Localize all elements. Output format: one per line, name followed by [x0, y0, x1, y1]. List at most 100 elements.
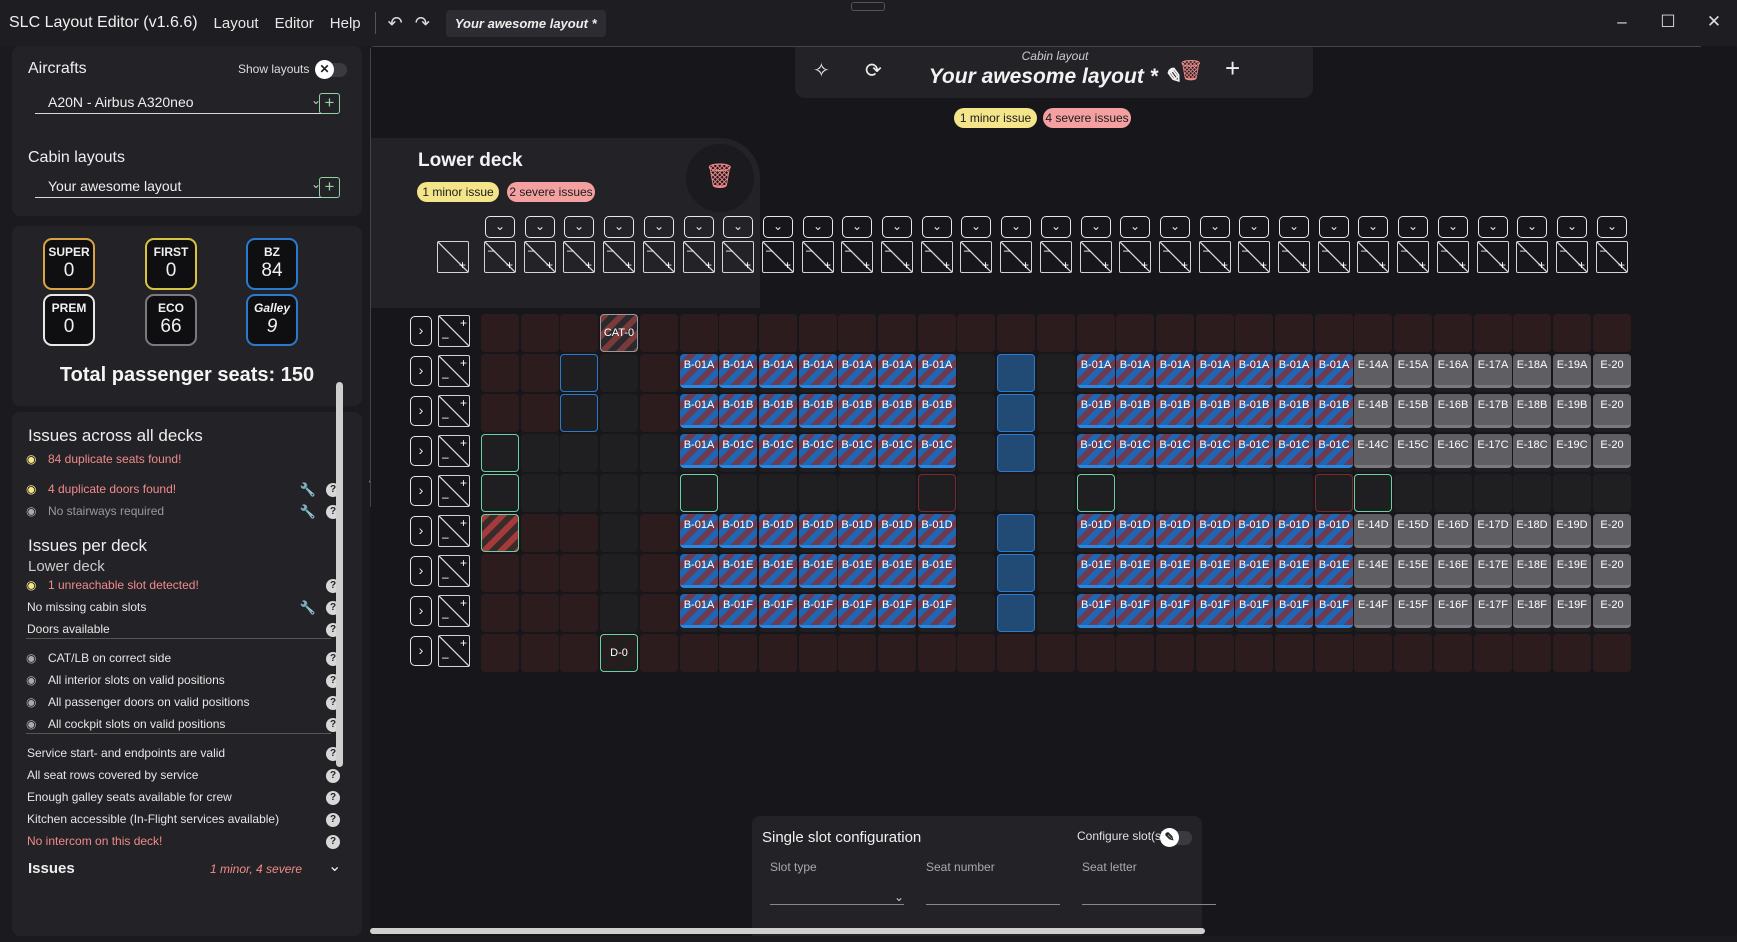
grid-slot[interactable] [640, 474, 678, 512]
column-expand-button[interactable]: ⌄ [842, 216, 872, 238]
economy-seat[interactable]: E-20 [1593, 514, 1631, 548]
business-seat[interactable]: B-01C [1315, 434, 1353, 468]
business-seat[interactable]: B-01C [1116, 434, 1154, 468]
grid-slot[interactable] [719, 474, 757, 512]
business-seat[interactable]: B-01A [680, 554, 718, 588]
grid-slot[interactable] [1434, 634, 1472, 672]
grid-slot[interactable] [521, 514, 559, 552]
grid-slot[interactable] [878, 474, 916, 512]
column-expand-button[interactable]: ⌄ [1200, 216, 1230, 238]
grid-slot[interactable] [1116, 474, 1154, 512]
grid-slot[interactable] [1354, 314, 1392, 352]
economy-seat[interactable]: E-20 [1593, 354, 1631, 388]
column-add-remove-button[interactable]: + – [762, 241, 794, 273]
economy-seat[interactable]: E-19A [1553, 354, 1591, 388]
business-seat[interactable]: B-01B [719, 394, 757, 428]
grid-slot[interactable] [560, 594, 598, 632]
menu-layout[interactable]: Layout [214, 15, 259, 32]
business-seat[interactable]: B-01D [1196, 514, 1234, 548]
grid-slot[interactable] [1077, 314, 1115, 352]
grid-slot[interactable] [1037, 434, 1075, 472]
column-add-remove-button[interactable]: + – [563, 241, 595, 273]
business-seat[interactable]: B-01B [759, 394, 797, 428]
business-seat[interactable]: B-01E [1116, 554, 1154, 588]
column-add-remove-button[interactable]: + – [1357, 241, 1389, 273]
column-add-remove-button[interactable]: + – [1238, 241, 1270, 273]
economy-seat[interactable]: E-19C [1553, 434, 1591, 468]
column-expand-button[interactable]: ⌄ [1279, 216, 1309, 238]
business-seat[interactable]: B-01E [1235, 554, 1273, 588]
business-seat[interactable]: B-01A [799, 354, 837, 388]
grid-slot[interactable] [838, 314, 876, 352]
business-seat[interactable]: B-01C [918, 434, 956, 468]
grid-slot[interactable] [1116, 314, 1154, 352]
economy-seat[interactable]: E-15F [1394, 594, 1432, 628]
column-add-remove-button[interactable]: + – [1119, 241, 1151, 273]
grid-slot[interactable] [878, 634, 916, 672]
grid-slot[interactable] [799, 474, 837, 512]
column-expand-button[interactable]: ⌄ [485, 216, 515, 238]
business-seat[interactable]: B-01E [719, 554, 757, 588]
economy-seat[interactable]: E-16E [1434, 554, 1472, 588]
column-expand-button[interactable]: ⌄ [1160, 216, 1190, 238]
grid-slot[interactable] [878, 314, 916, 352]
grid-slot[interactable] [1235, 634, 1273, 672]
column-expand-button[interactable]: ⌄ [961, 216, 991, 238]
business-seat[interactable]: B-01C [799, 434, 837, 468]
grid-slot[interactable] [521, 554, 559, 592]
column-expand-button[interactable]: ⌄ [1517, 216, 1547, 238]
economy-seat[interactable]: E-16A [1434, 354, 1472, 388]
empty-slot[interactable] [1077, 474, 1115, 512]
grid-slot[interactable] [600, 594, 638, 632]
economy-seat[interactable]: E-18B [1513, 394, 1551, 428]
eye-icon[interactable]: ◉ [26, 717, 42, 731]
economy-seat[interactable]: E-16B [1434, 394, 1472, 428]
grid-slot[interactable] [640, 634, 678, 672]
empty-slot[interactable] [680, 474, 718, 512]
eye-icon[interactable]: ◉ [26, 578, 42, 592]
business-seat[interactable]: B-01D [1275, 514, 1313, 548]
economy-seat[interactable]: E-15B [1394, 394, 1432, 428]
grid-slot[interactable] [481, 594, 519, 632]
business-seat[interactable]: B-01E [1275, 554, 1313, 588]
column-add-remove-button[interactable]: + – [1556, 241, 1588, 273]
empty-slot[interactable] [481, 434, 519, 472]
grid-slot[interactable] [521, 634, 559, 672]
eye-icon[interactable]: ◉ [26, 504, 42, 518]
redo-icon[interactable]: ↷ [415, 13, 430, 34]
economy-seat[interactable]: E-14F [1354, 594, 1392, 628]
business-seat[interactable]: B-01B [1156, 394, 1194, 428]
business-seat[interactable]: B-01A [719, 354, 757, 388]
add-cabin-layout-button[interactable]: + [319, 177, 340, 198]
column-add-remove-button[interactable]: + – [1397, 241, 1429, 273]
row-expand-button[interactable]: › [410, 516, 432, 546]
business-seat[interactable]: B-01A [680, 394, 718, 428]
grid-slot[interactable] [1593, 474, 1631, 512]
column-add-remove-button[interactable]: + – [841, 241, 873, 273]
row-expand-button[interactable]: › [410, 556, 432, 586]
economy-seat[interactable]: E-18D [1513, 514, 1551, 548]
wrench-icon[interactable]: 🔧 [300, 504, 316, 520]
grid-slot[interactable] [680, 314, 718, 352]
row-add-remove-button[interactable]: + – [438, 355, 470, 387]
grid-slot[interactable] [997, 474, 1035, 512]
eye-icon[interactable]: ◉ [26, 452, 42, 466]
row-add-remove-button[interactable]: + – [438, 475, 470, 507]
grid-slot[interactable] [957, 634, 995, 672]
business-seat[interactable]: B-01D [838, 514, 876, 548]
business-seat[interactable]: B-01E [878, 554, 916, 588]
grid-slot[interactable] [640, 434, 678, 472]
grid-slot[interactable] [481, 314, 519, 352]
row-expand-button[interactable]: › [410, 316, 432, 346]
economy-seat[interactable]: E-16C [1434, 434, 1472, 468]
business-seat[interactable]: B-01A [1116, 354, 1154, 388]
economy-seat[interactable]: E-15E [1394, 554, 1432, 588]
row-expand-button[interactable]: › [410, 636, 432, 666]
column-expand-button[interactable]: ⌄ [644, 216, 674, 238]
grid-slot[interactable] [1394, 634, 1432, 672]
column-add-remove-button[interactable]: + – [643, 241, 675, 273]
tab-layout[interactable]: Your awesome layout * [445, 9, 606, 37]
economy-seat[interactable]: E-14D [1354, 514, 1392, 548]
column-expand-button[interactable]: ⌄ [803, 216, 833, 238]
grid-slot[interactable] [560, 314, 598, 352]
